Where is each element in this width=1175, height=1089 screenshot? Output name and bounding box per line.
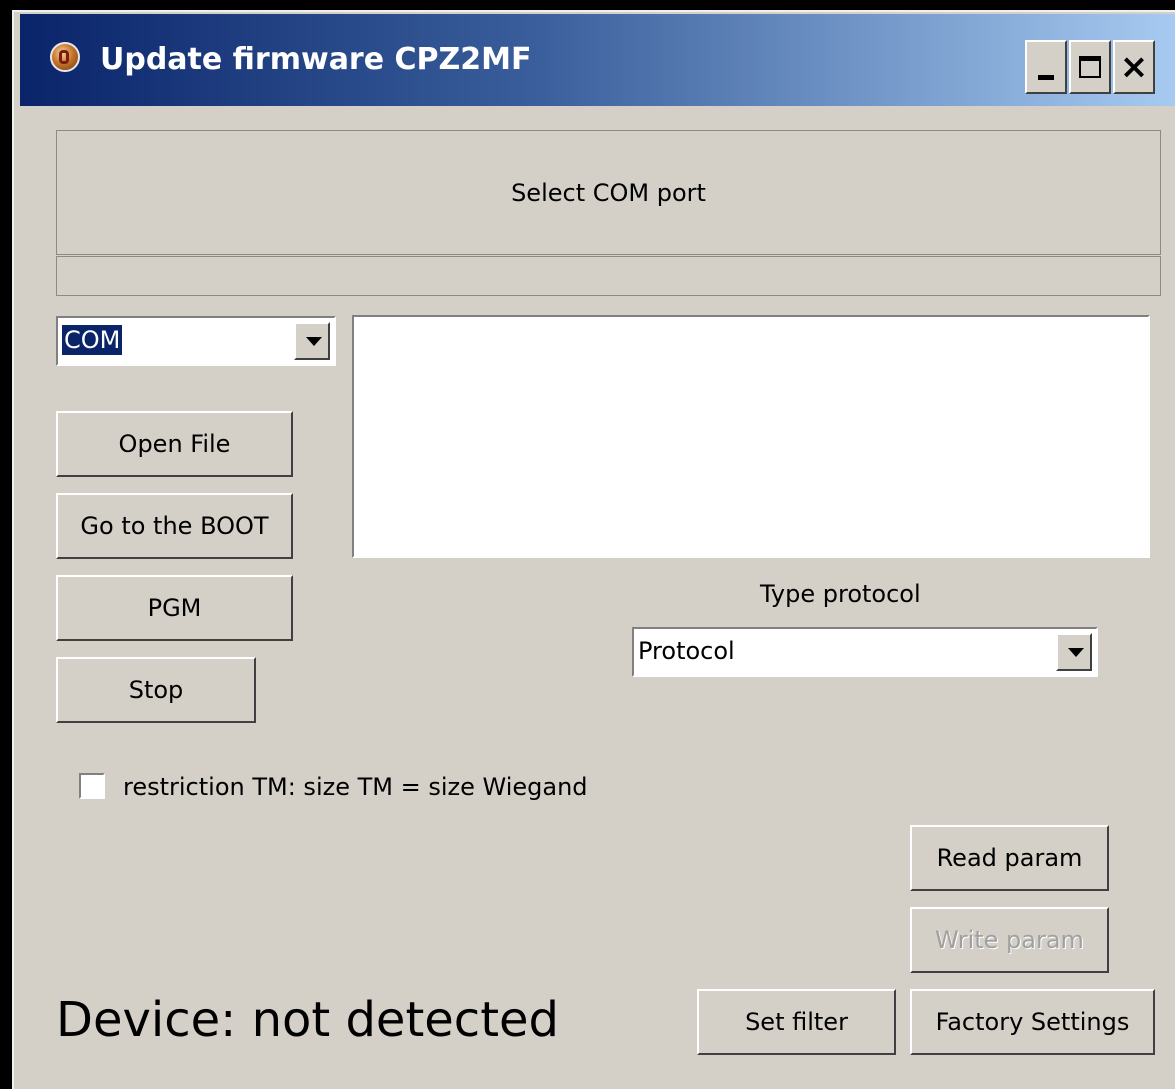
window-title: Update firmware CPZ2MF [100, 42, 532, 77]
minimize-icon [1038, 75, 1054, 80]
device-status: Device: not detected [56, 992, 560, 1048]
com-port-value: COM [62, 325, 123, 355]
go-to-boot-button[interactable]: Go to the BOOT [56, 493, 293, 559]
pgm-button[interactable]: PGM [56, 575, 293, 641]
maximize-icon [1079, 56, 1101, 78]
open-file-button[interactable]: Open File [56, 411, 293, 477]
write-param-button: Write param [910, 907, 1109, 973]
minimize-button[interactable] [1025, 40, 1067, 94]
protocol-select[interactable]: Protocol [632, 627, 1098, 677]
protocol-value: Protocol [638, 637, 735, 665]
app-icon [50, 42, 80, 72]
restriction-checkbox[interactable] [79, 773, 105, 799]
status-message: Select COM port [511, 179, 706, 207]
com-port-select[interactable]: COM [56, 316, 336, 366]
progress-bar [56, 256, 1161, 296]
type-protocol-label: Type protocol [760, 580, 921, 608]
close-button[interactable]: × [1113, 40, 1155, 94]
maximize-button[interactable] [1069, 40, 1111, 94]
factory-settings-button[interactable]: Factory Settings [910, 989, 1155, 1055]
close-icon: × [1119, 47, 1149, 87]
status-panel: Select COM port [56, 130, 1161, 255]
read-param-button[interactable]: Read param [910, 825, 1109, 891]
stop-button[interactable]: Stop [56, 657, 256, 723]
chevron-down-icon[interactable] [1056, 633, 1092, 671]
log-output[interactable] [352, 315, 1150, 558]
chevron-down-icon[interactable] [294, 322, 330, 360]
title-bar[interactable]: Update firmware CPZ2MF × [20, 14, 1175, 106]
set-filter-button[interactable]: Set filter [697, 989, 896, 1055]
restriction-label[interactable]: restriction TM: size TM = size Wiegand [123, 773, 588, 801]
